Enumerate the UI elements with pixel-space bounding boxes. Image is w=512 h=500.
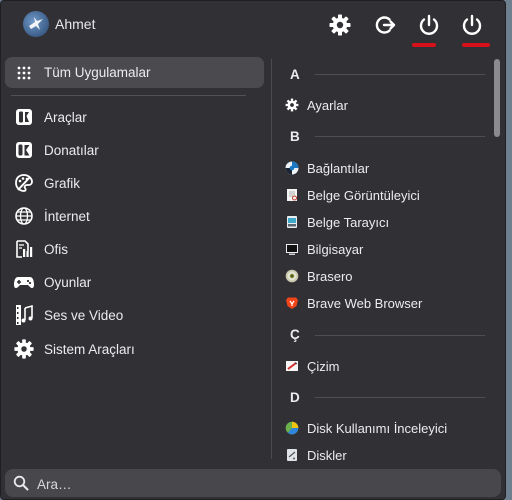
app-cizim[interactable]: Çizim — [285, 355, 485, 377]
app-disk-kullanimi-inceleyici[interactable]: Disk Kullanımı İnceleyici — [285, 417, 485, 439]
system-gear-icon — [13, 338, 35, 360]
multimedia-icon — [13, 304, 35, 326]
category-label: Donatılar — [44, 142, 99, 158]
section-letter: D — [290, 390, 300, 405]
gear-icon — [329, 14, 351, 36]
disc-burner-icon — [285, 269, 299, 283]
panel-divider — [271, 59, 272, 459]
document-scanner-icon — [285, 215, 299, 229]
grid-icon — [13, 62, 35, 84]
category-label: Sistem Araçları — [44, 341, 135, 357]
accessories-icon — [13, 139, 35, 161]
category-ofis[interactable]: Ofis — [11, 234, 251, 264]
globe-icon — [13, 205, 35, 227]
category-separator — [11, 95, 246, 96]
category-label: Tüm Uygulamalar — [44, 65, 151, 80]
app-label: Ayarlar — [307, 97, 348, 113]
search-input[interactable] — [35, 473, 479, 495]
category-label: Grafik — [44, 175, 81, 191]
drawing-icon — [285, 359, 299, 373]
app-label: Disk Kullanımı İnceleyici — [307, 420, 448, 436]
menu-header: Ahmet — [1, 1, 505, 51]
section-line — [315, 136, 485, 137]
app-label: Bağlantılar — [307, 160, 370, 176]
app-list-scrollbar[interactable] — [494, 59, 500, 137]
connections-icon — [285, 161, 299, 175]
category-label: İnternet — [44, 208, 90, 224]
app-label: Çizim — [307, 358, 340, 374]
category-label: Araçlar — [44, 109, 87, 125]
section-letter: Ç — [290, 327, 300, 342]
category-label: Ses ve Video — [44, 307, 124, 323]
settings-app-icon — [285, 98, 299, 112]
app-label: Belge Görüntüleyici — [307, 187, 420, 203]
category-label: Ofis — [44, 241, 69, 257]
suspend-button[interactable] — [414, 10, 444, 40]
disks-icon — [285, 448, 299, 462]
app-label: Brave Web Browser — [307, 295, 423, 311]
application-menu: Ahmet Tüm Uygulamalar Araçlar Donatılar … — [0, 0, 506, 500]
app-brave-web-browser[interactable]: Brave Web Browser — [285, 292, 485, 314]
app-label: Diskler — [307, 447, 347, 463]
user-name[interactable]: Ahmet — [55, 16, 95, 32]
logout-icon — [375, 16, 396, 34]
disk-usage-analyzer-icon — [285, 421, 299, 435]
tools-icon — [13, 106, 35, 128]
suspend-highlight-mark — [412, 43, 436, 47]
category-donatilar[interactable]: Donatılar — [11, 135, 251, 165]
logout-button[interactable] — [371, 10, 401, 40]
document-viewer-icon — [285, 188, 299, 202]
category-araclar[interactable]: Araçlar — [11, 102, 251, 132]
app-bilgisayar[interactable]: Bilgisayar — [285, 238, 485, 260]
section-line — [315, 74, 485, 75]
power-icon — [419, 14, 439, 35]
shutdown-highlight-mark — [462, 43, 490, 47]
category-all-row: Tüm Uygulamalar — [11, 57, 251, 88]
app-belge-tarayici[interactable]: Belge Tarayıcı — [285, 211, 485, 233]
computer-icon — [285, 242, 299, 256]
app-brasero[interactable]: Brasero — [285, 265, 485, 287]
app-label: Brasero — [307, 268, 353, 284]
app-ayarlar[interactable]: Ayarlar — [285, 94, 485, 116]
search-bar — [5, 469, 501, 497]
bird-avatar-icon — [29, 17, 43, 30]
shutdown-button[interactable] — [457, 10, 487, 40]
category-internet[interactable]: İnternet — [11, 201, 251, 231]
office-icon — [13, 238, 35, 260]
user-avatar[interactable] — [23, 11, 49, 37]
section-line — [315, 335, 485, 336]
gamepad-icon — [13, 271, 35, 293]
app-diskler[interactable]: Diskler — [285, 444, 485, 466]
app-label: Belge Tarayıcı — [307, 214, 390, 230]
category-oyunlar[interactable]: Oyunlar — [11, 267, 251, 297]
brave-lion-icon — [285, 296, 299, 310]
category-all-applications[interactable]: Tüm Uygulamalar — [5, 57, 264, 88]
app-label: Bilgisayar — [307, 241, 364, 257]
graphics-palette-icon — [13, 172, 35, 194]
power-icon — [462, 14, 482, 35]
category-sistem-araclari[interactable]: Sistem Araçları — [11, 334, 251, 364]
section-line — [315, 397, 485, 398]
section-letter: B — [290, 129, 300, 144]
category-label: Oyunlar — [44, 274, 92, 290]
search-icon — [13, 475, 29, 496]
category-grafik[interactable]: Grafik — [11, 168, 251, 198]
app-baglantilar[interactable]: Bağlantılar — [285, 157, 485, 179]
section-letter: A — [290, 67, 300, 82]
category-ses-ve-video[interactable]: Ses ve Video — [11, 300, 251, 330]
settings-button[interactable] — [325, 10, 355, 40]
app-belge-goruntuleyici[interactable]: Belge Görüntüleyici — [285, 184, 485, 206]
